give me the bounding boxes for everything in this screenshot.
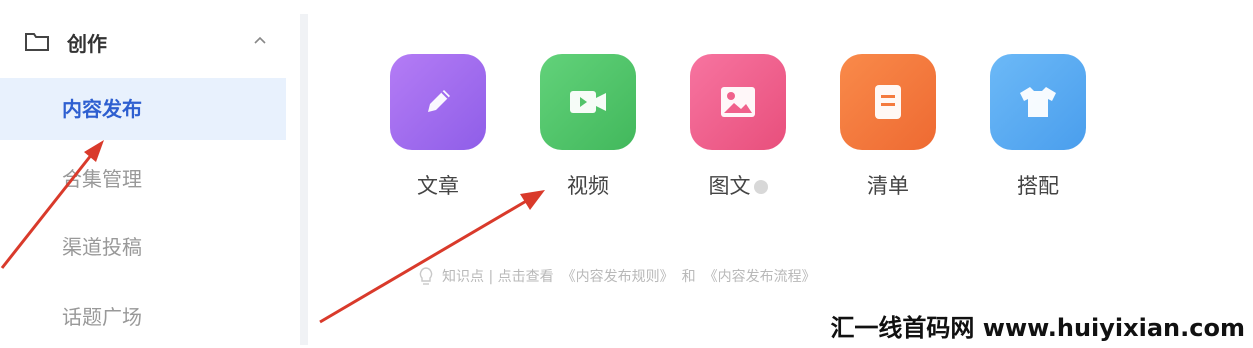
sidebar-item-label: 话题广场 — [62, 305, 142, 329]
section-header-creation[interactable]: 创作 — [0, 12, 300, 68]
image-icon — [721, 87, 755, 117]
sidebar-item-label: 内容发布 — [62, 97, 142, 121]
tip-conjunction: 和 — [681, 269, 696, 285]
pencil-icon — [428, 90, 450, 112]
tile-article-label[interactable]: 文章 — [378, 170, 498, 200]
info-icon[interactable] — [753, 180, 768, 194]
sidebar: 创作 内容发布 合集管理 渠道投稿 话题广场 — [0, 0, 300, 345]
process-link[interactable]: 《内容发布流程》 — [704, 266, 816, 286]
lightbulb-icon — [419, 267, 433, 285]
sidebar-item-collection-manage[interactable]: 合集管理 — [0, 148, 286, 210]
main-panel: 文章 视频 图文 清单 搭配 知识点 | 点击查看 《内容发布规则》 和 《内容… — [308, 0, 1253, 345]
sidebar-item-label: 合集管理 — [62, 167, 142, 191]
sidebar-item-content-publish[interactable]: 内容发布 — [0, 78, 286, 140]
tip-prefix: 知识点 | 点击查看 — [442, 269, 554, 285]
list-icon — [875, 85, 901, 119]
chevron-up-icon[interactable] — [250, 30, 270, 50]
sidebar-item-label: 渠道投稿 — [62, 235, 142, 259]
tile-outfit-label[interactable]: 搭配 — [978, 170, 1098, 200]
folder-icon — [25, 33, 49, 51]
tip-line: 知识点 | 点击查看 《内容发布规则》 和 《内容发布流程》 — [418, 266, 816, 286]
rules-link[interactable]: 《内容发布规则》 — [562, 266, 674, 286]
tile-image-text[interactable] — [690, 54, 786, 150]
divider — [300, 14, 308, 345]
watermark: 汇一线首码网 www.huiyixian.com — [826, 308, 1249, 343]
tile-list[interactable] — [840, 54, 936, 150]
tile-outfit[interactable] — [990, 54, 1086, 150]
tile-article[interactable] — [390, 54, 486, 150]
tile-video[interactable] — [540, 54, 636, 150]
shirt-icon — [1020, 87, 1056, 117]
tile-list-label[interactable]: 清单 — [828, 170, 948, 200]
tile-image-text-label[interactable]: 图文 — [678, 170, 798, 200]
tile-video-label[interactable]: 视频 — [528, 170, 648, 200]
section-title: 创作 — [67, 32, 107, 56]
sidebar-item-topic-square[interactable]: 话题广场 — [0, 286, 286, 348]
video-icon — [570, 91, 606, 113]
sidebar-item-channel-submit[interactable]: 渠道投稿 — [0, 216, 286, 278]
